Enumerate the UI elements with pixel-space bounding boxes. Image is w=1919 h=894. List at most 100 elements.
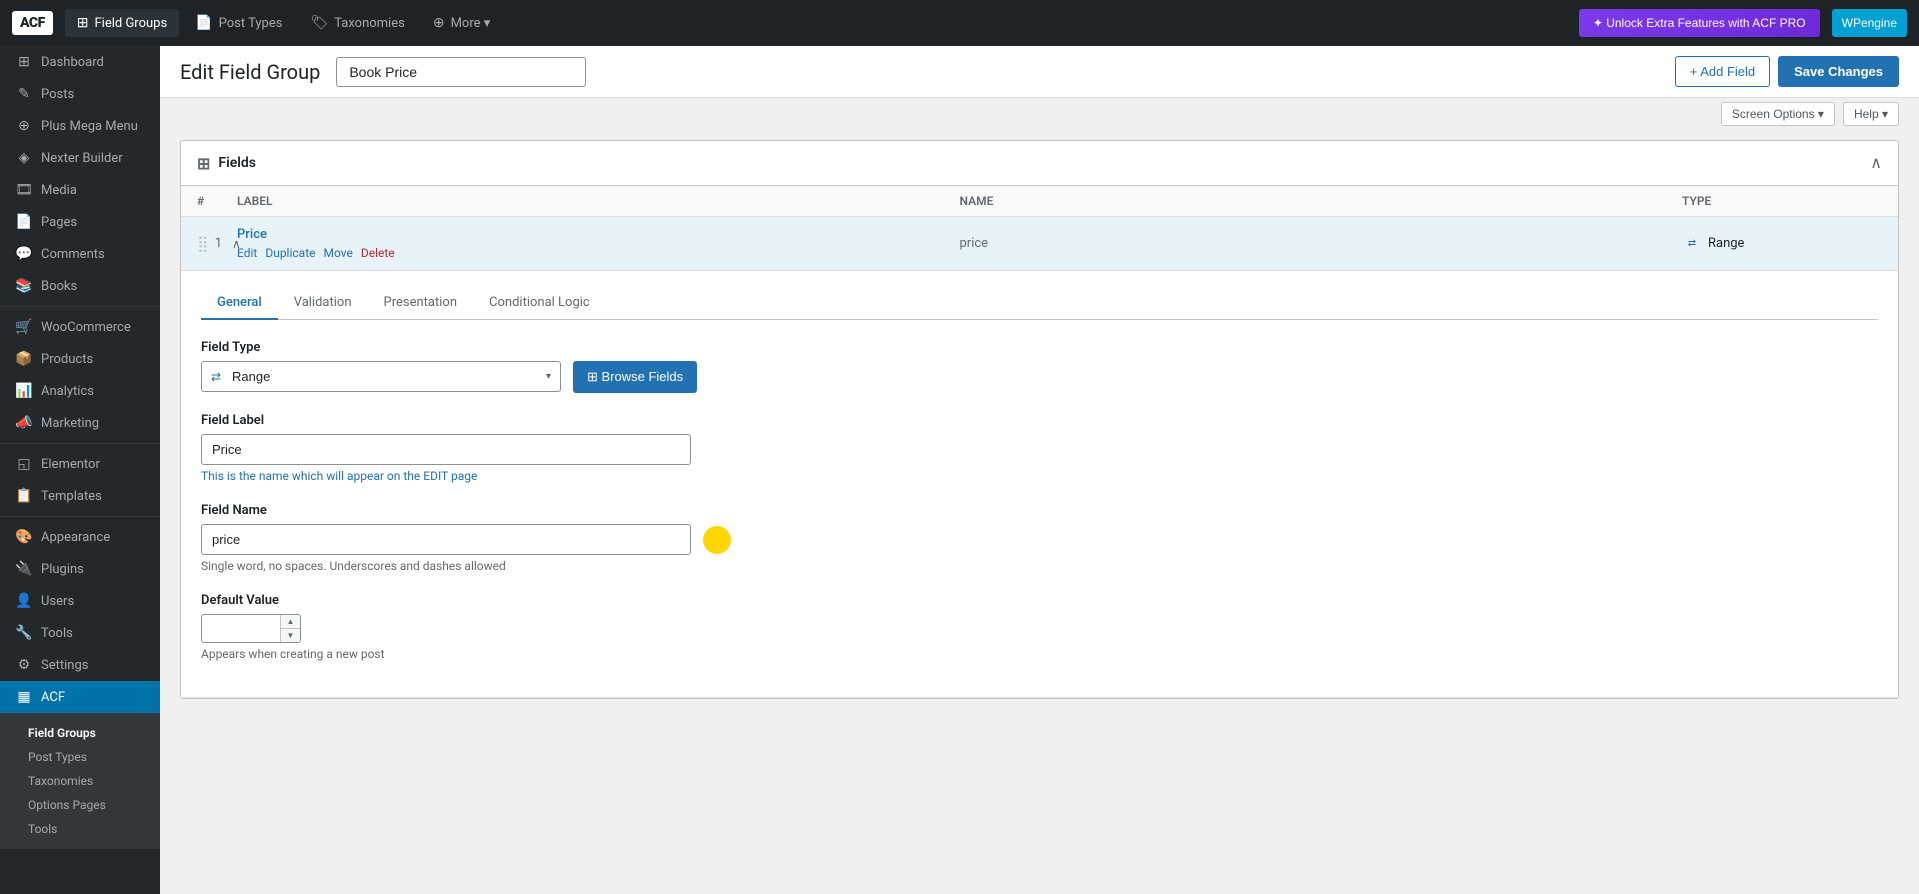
nav-tab-post-types[interactable]: 📄 Post Types — [183, 9, 294, 37]
help-button[interactable]: Help ▾ — [1843, 102, 1899, 126]
nav-tab-post-types-label: Post Types — [219, 16, 283, 31]
field-type-select[interactable]: Range — [201, 361, 561, 392]
sidebar-item-plus-mega-menu[interactable]: ⊕ Plus Mega Menu — [0, 110, 160, 142]
nav-tab-field-groups[interactable]: ⊞ Field Groups — [65, 9, 179, 37]
sidebar-item-dashboard[interactable]: ⊞ Dashboard — [0, 46, 160, 78]
drag-handle-icon[interactable]: ⣿ — [197, 234, 209, 253]
col-name: Name — [960, 194, 1683, 208]
sidebar-item-marketing-label: Marketing — [41, 416, 99, 431]
field-number: 1 — [215, 236, 222, 251]
field-move-link[interactable]: Move — [324, 246, 353, 260]
field-delete-link[interactable]: Delete — [361, 246, 395, 260]
field-edit-link[interactable]: Edit — [237, 246, 257, 260]
sidebar-item-marketing[interactable]: 📣 Marketing — [0, 407, 160, 439]
fields-table-header: # Label Name Type — [181, 186, 1898, 217]
sidebar-item-plugins[interactable]: 🔌 Plugins — [0, 553, 160, 585]
col-type: Type — [1682, 194, 1882, 208]
sub-sidebar-taxonomies[interactable]: Taxonomies — [0, 769, 160, 793]
tab-presentation[interactable]: Presentation — [368, 287, 474, 320]
sidebar-item-elementor-label: Elementor — [41, 457, 100, 472]
field-groups-icon: ⊞ — [77, 15, 89, 31]
sub-sidebar-options-pages[interactable]: Options Pages — [0, 793, 160, 817]
plus-mega-menu-icon: ⊕ — [15, 118, 33, 134]
sidebar-item-media[interactable]: 🎞 Media — [0, 174, 160, 206]
sidebar-item-acf-label: ACF — [41, 690, 65, 705]
sidebar-item-pages-label: Pages — [41, 215, 77, 230]
sidebar-item-books[interactable]: 📚 Books — [0, 270, 160, 302]
comments-icon: 💬 — [15, 246, 33, 262]
sidebar-item-templates[interactable]: 📋 Templates — [0, 480, 160, 512]
sidebar-item-products[interactable]: 📦 Products — [0, 343, 160, 375]
plugins-icon: 🔌 — [15, 561, 33, 577]
table-row: ⣿ 1 ∧ Price Edit Duplicate Move Delete — [181, 217, 1898, 698]
save-changes-button[interactable]: Save Changes — [1778, 56, 1899, 87]
fields-box-title: ⊞ Fields — [197, 154, 256, 173]
sidebar-item-posts-label: Posts — [41, 87, 74, 102]
sidebar-item-products-label: Products — [41, 352, 93, 367]
field-group-name-input[interactable] — [336, 57, 586, 87]
fields-icon: ⊞ — [197, 154, 210, 173]
nav-tab-taxonomies-label: Taxonomies — [334, 16, 405, 31]
sidebar-item-media-label: Media — [41, 183, 77, 198]
sidebar-item-woocommerce[interactable]: 🛒 WooCommerce — [0, 311, 160, 343]
sidebar-item-comments-label: Comments — [41, 247, 105, 262]
tab-conditional-logic[interactable]: Conditional Logic — [473, 287, 606, 320]
sidebar-item-comments[interactable]: 💬 Comments — [0, 238, 160, 270]
browse-fields-button[interactable]: ⊞ Browse Fields — [573, 361, 697, 393]
screen-options-bar: Screen Options ▾ Help ▾ — [160, 98, 1919, 130]
fields-box-title-text: Fields — [218, 155, 256, 171]
field-label[interactable]: Price — [237, 227, 960, 242]
sidebar-item-posts[interactable]: ✎ Posts — [0, 78, 160, 110]
field-label-input[interactable] — [201, 434, 691, 465]
tab-general[interactable]: General — [201, 287, 278, 320]
top-navigation: ACF ⊞ Field Groups 📄 Post Types 🏷 Taxono… — [0, 0, 1919, 46]
sidebar-item-analytics[interactable]: 📊 Analytics — [0, 375, 160, 407]
sub-sidebar-post-types[interactable]: Post Types — [0, 745, 160, 769]
templates-icon: 📋 — [15, 488, 33, 504]
page-title: Edit Field Group — [180, 60, 320, 84]
sidebar-item-nexter-builder-label: Nexter Builder — [41, 151, 123, 166]
nav-tab-more[interactable]: ⊕ More ▾ — [421, 9, 502, 37]
tab-validation[interactable]: Validation — [278, 287, 368, 320]
sub-sidebar-field-groups[interactable]: Field Groups — [0, 721, 160, 745]
sidebar-item-elementor[interactable]: ◱ Elementor — [0, 448, 160, 480]
field-name-input[interactable] — [201, 524, 691, 555]
sidebar-item-users[interactable]: 👤 Users — [0, 585, 160, 617]
field-duplicate-link[interactable]: Duplicate — [265, 246, 315, 260]
sub-sidebar-tools[interactable]: Tools — [0, 817, 160, 841]
sidebar-divider-2 — [0, 443, 160, 444]
collapse-button[interactable]: ∧ — [1870, 153, 1882, 173]
field-name-form-row: Field Name Single word, no spaces. Under… — [201, 503, 1878, 573]
screen-options-button[interactable]: Screen Options ▾ — [1721, 102, 1835, 126]
sidebar-item-pages[interactable]: 📄 Pages — [0, 206, 160, 238]
products-icon: 📦 — [15, 351, 33, 367]
sidebar-item-plugins-label: Plugins — [41, 562, 84, 577]
unlock-pro-button[interactable]: ✦ Unlock Extra Features with ACF PRO — [1579, 9, 1820, 37]
spinner-up-button[interactable]: ▲ — [281, 615, 300, 629]
analytics-icon: 📊 — [15, 383, 33, 399]
fields-box: ⊞ Fields ∧ # Label Name Type ⣿ — [180, 140, 1899, 699]
default-value-hint: Appears when creating a new post — [201, 647, 1878, 661]
field-name-label: Field Name — [201, 503, 1878, 518]
spinner-down-button[interactable]: ▼ — [281, 629, 300, 642]
sidebar-item-tools[interactable]: 🔧 Tools — [0, 617, 160, 649]
sidebar-item-templates-label: Templates — [41, 489, 102, 504]
field-row-main: ⣿ 1 ∧ Price Edit Duplicate Move Delete — [181, 217, 1898, 270]
sidebar-item-analytics-label: Analytics — [41, 384, 94, 399]
col-hash: # — [197, 194, 237, 208]
wp-engine-button[interactable]: WPengine — [1832, 9, 1907, 37]
default-value-form-row: Default Value ▲ ▼ Appears when creating … — [201, 593, 1878, 661]
sidebar-item-settings[interactable]: ⚙ Settings — [0, 649, 160, 681]
add-field-button[interactable]: + Add Field — [1675, 56, 1770, 87]
nav-tab-taxonomies[interactable]: 🏷 Taxonomies — [298, 9, 416, 37]
pages-icon: 📄 — [15, 214, 33, 230]
post-types-icon: 📄 — [195, 15, 212, 31]
field-type-select-wrap: ⇄ Range ▾ — [201, 361, 561, 392]
sidebar-item-plus-mega-menu-label: Plus Mega Menu — [41, 119, 138, 134]
sidebar-item-nexter-builder[interactable]: ◈ Nexter Builder — [0, 142, 160, 174]
fields-box-header: ⊞ Fields ∧ — [181, 141, 1898, 186]
sidebar-item-appearance[interactable]: 🎨 Appearance — [0, 521, 160, 553]
field-name-cell: Price Edit Duplicate Move Delete — [237, 227, 960, 260]
sidebar-item-acf[interactable]: ▦ ACF — [0, 681, 160, 713]
field-type-form-row: Field Type ⇄ Range ▾ ⊞ Browse Fields — [201, 340, 1878, 393]
